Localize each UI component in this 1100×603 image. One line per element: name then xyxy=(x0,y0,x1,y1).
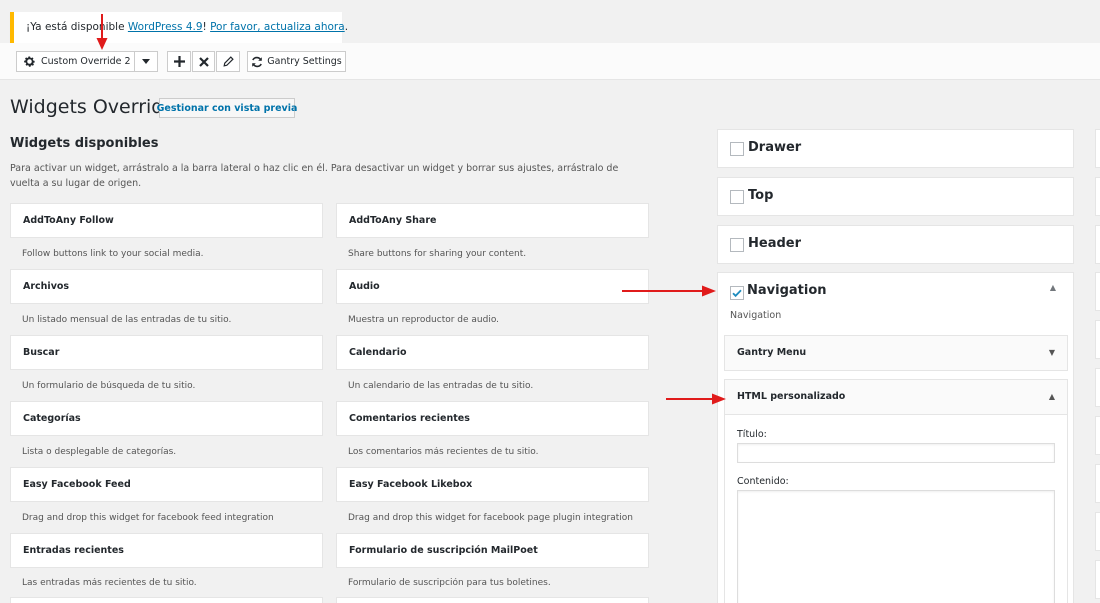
widget-addtoany-follow[interactable]: AddToAny Follow xyxy=(10,203,323,238)
widget-addtoany-share[interactable]: AddToAny Share xyxy=(336,203,649,238)
sidebar-checkbox[interactable] xyxy=(730,190,744,204)
widget-buscar[interactable]: Buscar xyxy=(10,335,323,370)
collapse-arrow-icon[interactable]: ▲ xyxy=(1050,283,1056,292)
chevron-down-icon[interactable] xyxy=(134,52,157,71)
widget-description: Drag and drop this widget for facebook f… xyxy=(22,513,274,523)
widget-description: Un formulario de búsqueda de tu sitio. xyxy=(22,381,196,391)
override-select-label: Custom Override 2 xyxy=(41,56,131,67)
wordpress-version-link[interactable]: WordPress 4.9 xyxy=(128,21,203,33)
sidebar-partial xyxy=(1095,129,1100,168)
expand-arrow-icon[interactable]: ▼ xyxy=(1049,336,1055,370)
sidebar-header[interactable]: Header xyxy=(717,225,1074,264)
widget-description: Muestra un reproductor de audio. xyxy=(348,315,500,325)
widget-description: Un listado mensual de las entradas de tu… xyxy=(22,315,232,325)
sidebar-title: Drawer xyxy=(748,140,802,155)
gear-icon xyxy=(23,55,36,68)
title-label: Título: xyxy=(737,429,767,440)
update-now-link[interactable]: Por favor, actualiza ahora xyxy=(210,21,345,33)
refresh-icon xyxy=(251,56,263,68)
sidebar-partial xyxy=(1095,416,1100,455)
sidebar-partial xyxy=(1095,225,1100,264)
annotation-arrow-icon xyxy=(622,285,716,297)
widget-mailpoet-form[interactable]: Formulario de suscripción MailPoet xyxy=(336,533,649,568)
gantry-toolbar: Custom Override 2 Gantry Settings xyxy=(0,43,1100,80)
widget-description: Follow buttons link to your social media… xyxy=(22,249,204,259)
widget-title: Gantry Menu xyxy=(737,347,807,358)
widget-partial[interactable] xyxy=(10,597,323,603)
sidebar-partial xyxy=(1095,560,1100,599)
sidebar-title: Top xyxy=(748,188,774,203)
sidebar-title: Navigation xyxy=(747,283,827,298)
content-label: Contenido: xyxy=(737,476,789,487)
manage-preview-button[interactable]: Gestionar con vista previa xyxy=(157,98,297,118)
check-icon xyxy=(732,289,742,298)
widget-description: Lista o desplegable de categorías. xyxy=(22,447,177,457)
collapse-arrow-icon[interactable]: ▲ xyxy=(1049,380,1055,414)
notice-middle: ! xyxy=(202,21,211,33)
sidebar-checkbox[interactable] xyxy=(730,142,744,156)
widget-gantry-menu[interactable]: Gantry Menu ▼ xyxy=(724,335,1068,371)
widget-archivos[interactable]: Archivos xyxy=(10,269,323,304)
sidebar-drawer[interactable]: Drawer xyxy=(717,129,1074,168)
sidebar-navigation: Navigation ▲ Navigation Gantry Menu ▼ HT… xyxy=(717,272,1074,603)
gantry-settings-label: Gantry Settings xyxy=(267,56,342,67)
widget-description: Un calendario de las entradas de tu siti… xyxy=(348,381,534,391)
widget-partial[interactable] xyxy=(336,597,649,603)
widget-comentarios-recientes[interactable]: Comentarios recientes xyxy=(336,401,649,436)
sidebar-checkbox[interactable] xyxy=(730,238,744,252)
widget-easy-facebook-feed[interactable]: Easy Facebook Feed xyxy=(10,467,323,502)
sidebar-partial xyxy=(1095,320,1100,359)
widget-description: Los comentarios más recientes de tu siti… xyxy=(348,447,539,457)
edit-override-button[interactable] xyxy=(216,51,240,72)
notice-prefix: ¡Ya está disponible xyxy=(26,21,128,33)
available-widgets-title: Widgets disponibles xyxy=(10,136,159,151)
annotation-arrow-icon xyxy=(666,393,726,405)
notice-suffix: . xyxy=(344,21,349,33)
annotation-arrow-icon xyxy=(96,14,108,50)
add-override-button[interactable] xyxy=(167,51,191,72)
x-icon xyxy=(198,56,209,67)
sidebar-partial xyxy=(1095,512,1100,551)
widget-categorias[interactable]: Categorías xyxy=(10,401,323,436)
sidebar-title: Header xyxy=(748,236,802,251)
sidebar-partial xyxy=(1095,464,1100,503)
pencil-icon xyxy=(222,56,234,67)
sidebar-checkbox-checked[interactable] xyxy=(730,286,744,300)
page-title: Widgets Override xyxy=(10,96,176,118)
gantry-settings-button[interactable]: Gantry Settings xyxy=(247,51,346,72)
widget-description: Share buttons for sharing your content. xyxy=(348,249,527,259)
widget-entradas-recientes[interactable]: Entradas recientes xyxy=(10,533,323,568)
override-select[interactable]: Custom Override 2 xyxy=(16,51,158,72)
title-input[interactable] xyxy=(737,443,1055,463)
delete-override-button[interactable] xyxy=(192,51,215,72)
widget-title: HTML personalizado xyxy=(737,391,846,402)
content-textarea[interactable] xyxy=(737,490,1055,603)
widget-easy-facebook-likebox[interactable]: Easy Facebook Likebox xyxy=(336,467,649,502)
sidebar-partial xyxy=(1095,272,1100,311)
available-widgets-description: Para activar un widget, arrástralo a la … xyxy=(10,163,619,189)
sidebar-top[interactable]: Top xyxy=(717,177,1074,216)
widget-description: Drag and drop this widget for facebook p… xyxy=(348,513,633,523)
widget-calendario[interactable]: Calendario xyxy=(336,335,649,370)
widget-audio[interactable]: Audio xyxy=(336,269,649,304)
sidebar-partial xyxy=(1095,177,1100,216)
widget-description: Formulario de suscripción para tus bolet… xyxy=(348,578,551,588)
plus-icon xyxy=(173,56,185,67)
widget-html-personalizado: HTML personalizado ▲ Título: Contenido: xyxy=(724,379,1068,603)
update-notice: ¡Ya está disponible WordPress 4.9! Por f… xyxy=(10,12,348,43)
sidebar-description: Navigation xyxy=(730,310,782,321)
widget-description: Las entradas más recientes de tu sitio. xyxy=(22,578,197,588)
sidebar-partial xyxy=(1095,368,1100,407)
